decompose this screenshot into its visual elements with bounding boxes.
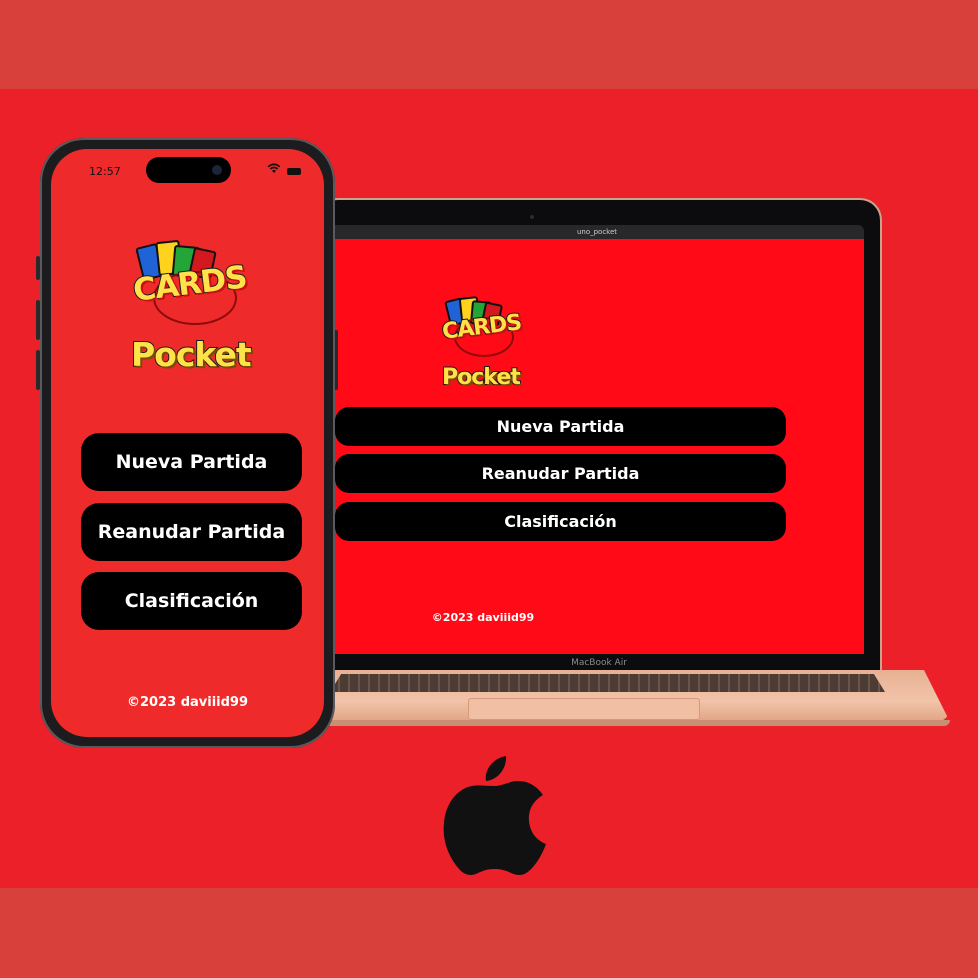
app-logo: CARDS Pocket (130, 239, 273, 381)
laptop-keyboard (330, 674, 885, 692)
laptop-trackpad (468, 698, 700, 720)
app-logo: CARDS Pocket (440, 296, 540, 397)
bottom-band (0, 888, 978, 978)
window-title: uno_pocket (330, 225, 864, 239)
copyright-footer: ©2023 daviiid99 (126, 695, 249, 710)
resume-game-button[interactable]: Reanudar Partida (81, 503, 302, 561)
laptop-app-screen: CARDS Pocket Nueva Partida Reanudar Part… (330, 239, 864, 654)
new-game-button[interactable]: Nueva Partida (335, 407, 786, 446)
front-camera (212, 165, 222, 175)
laptop-bezel-label: MacBook Air (318, 656, 880, 670)
leaderboard-button[interactable]: Clasificación (335, 502, 786, 541)
laptop-camera (530, 215, 534, 219)
laptop-foot (300, 720, 950, 726)
resume-game-button[interactable]: Reanudar Partida (335, 454, 786, 493)
battery-icon (287, 168, 301, 175)
status-time: 12:57 (89, 165, 121, 178)
apple-logo-icon (440, 752, 550, 876)
logo-pocket-text: Pocket (441, 364, 522, 391)
top-band (0, 0, 978, 89)
new-game-button[interactable]: Nueva Partida (81, 433, 302, 491)
dynamic-island (146, 157, 231, 183)
phone-app-screen: 12:57 CARDS Pocket Nueva Partida Reanuda… (51, 149, 324, 737)
wifi-icon (267, 163, 281, 177)
leaderboard-button[interactable]: Clasificación (81, 572, 302, 630)
copyright-footer: ©2023 daviiid99 (431, 611, 535, 624)
logo-pocket-text: Pocket (130, 334, 253, 375)
